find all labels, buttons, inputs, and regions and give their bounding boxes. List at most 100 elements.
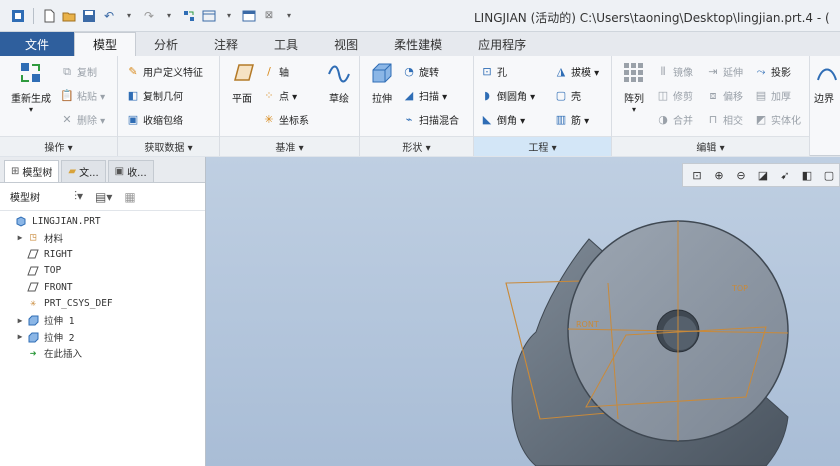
tree-item-insert-here[interactable]: ➜ 在此插入 (0, 345, 205, 362)
mirror-button[interactable]: ⫴ 镜像 (656, 64, 693, 80)
tab-annotate[interactable]: 注释 (196, 32, 256, 56)
undo-icon[interactable]: ↶ (101, 8, 117, 24)
sketch-button[interactable]: 草绘 (322, 60, 356, 105)
extend-button[interactable]: ⇥ 延伸 (706, 64, 743, 79)
revolve-button[interactable]: ◔ 旋转 (402, 64, 439, 79)
shell-button[interactable]: ▢ 壳 (554, 88, 581, 103)
tree-item-material[interactable]: ▶ ◳ 材料 (0, 230, 205, 247)
delete-button[interactable]: ✕ 删除 ▾ (60, 112, 105, 127)
thicken-button[interactable]: ▤ 加厚 (754, 88, 791, 103)
extrude-button[interactable]: 拉伸 (364, 60, 400, 105)
group-shape-label[interactable]: 形状 ▾ (360, 136, 473, 156)
group-engineering-label[interactable]: 工程 ▾ (474, 136, 611, 156)
offset-icon: ⧈ (709, 88, 717, 102)
boundary-blend-icon (814, 60, 840, 86)
boundary-blend-button[interactable]: 边界 (814, 60, 840, 105)
insert-here-icon: ➜ (29, 346, 37, 360)
tab-analysis[interactable]: 分析 (136, 32, 196, 56)
customize-toolbar-icon[interactable]: ▾ (281, 8, 297, 24)
extrude-icon (26, 314, 40, 326)
tab-model[interactable]: 模型 (74, 32, 137, 56)
intersect-button[interactable]: ⊓ 相交 (706, 112, 743, 127)
dropdown-arrow-icon[interactable]: ▾ (161, 8, 177, 24)
csys-button[interactable]: ✳ 坐标系 (262, 112, 309, 127)
app-icon[interactable] (10, 8, 26, 24)
group-operations: 重新生成 ▾ ⧉ 复制 📋 粘贴 ▾ ✕ 删除 ▾ 操作 ▾ (0, 56, 118, 156)
pattern-button[interactable]: 阵列 ▾ (616, 60, 652, 114)
save-icon[interactable] (81, 8, 97, 24)
group-operations-label[interactable]: 操作 ▾ (0, 136, 117, 156)
copy-geometry-icon: ◧ (127, 89, 139, 102)
trim-button[interactable]: ◫ 修剪 (656, 88, 693, 103)
tab-favorites[interactable]: ▣ 收... (107, 160, 154, 182)
show-icon[interactable]: ▦ (124, 190, 135, 204)
model-tree-icon: ⊞ (11, 166, 20, 177)
datum-plane-button[interactable]: 平面 (224, 60, 260, 105)
tree-item-part[interactable]: LINGJIAN.PRT (0, 213, 205, 230)
dropdown-arrow-icon[interactable]: ▾ (121, 8, 137, 24)
tree-item-extrude-2[interactable]: ▶ 拉伸 2 (0, 329, 205, 346)
dropdown-arrow-icon[interactable]: ▾ (221, 8, 237, 24)
copy-button[interactable]: ⧉ 复制 (60, 64, 97, 80)
tab-model-tree[interactable]: ⊞ 模型树 (4, 160, 60, 182)
group-editing-label[interactable]: 编辑 ▾ (612, 136, 809, 156)
tab-tools[interactable]: 工具 (256, 32, 316, 56)
tree-item-top[interactable]: TOP (0, 263, 205, 280)
folder-icon: ▰ (68, 166, 77, 177)
tree-item-extrude-1[interactable]: ▶ 拉伸 1 (0, 312, 205, 329)
group-get-data-label[interactable]: 获取数据 ▾ (118, 136, 219, 156)
tree-filters-icon[interactable]: ⫶▾ (74, 189, 83, 204)
udf-button[interactable]: ✎ 用户定义特征 (126, 64, 203, 79)
expand-icon[interactable]: ▶ (14, 233, 26, 242)
tab-file[interactable]: 文件 (0, 32, 74, 56)
swept-blend-button[interactable]: ⌁ 扫描混合 (402, 112, 459, 127)
datum-label-top[interactable]: TOP (731, 284, 748, 293)
rib-button[interactable]: ▥ 筋 ▾ (554, 112, 589, 127)
expand-icon[interactable]: ▶ (14, 316, 26, 325)
settings-icon[interactable]: ▤▾ (95, 190, 112, 204)
round-button[interactable]: ◗ 倒圆角 ▾ (480, 88, 535, 103)
trim-icon: ◫ (657, 89, 669, 102)
new-file-icon[interactable] (41, 8, 57, 24)
tab-view[interactable]: 视图 (316, 32, 376, 56)
open-folder-icon[interactable] (61, 8, 77, 24)
draft-button[interactable]: ◮ 拔模 ▾ (554, 64, 599, 79)
paste-button[interactable]: 📋 粘贴 ▾ (60, 88, 105, 103)
expand-icon[interactable]: ▶ (14, 332, 26, 341)
round-icon: ◗ (484, 89, 490, 102)
shell-icon: ▢ (555, 89, 567, 102)
tab-flexible-modeling[interactable]: 柔性建模 (376, 32, 460, 56)
merge-button[interactable]: ◑ 合并 (656, 112, 693, 127)
window-icon[interactable] (241, 8, 257, 24)
tab-folder-browser[interactable]: ▰ 文... (61, 160, 106, 182)
sweep-button[interactable]: ◢ 扫描 ▾ (402, 88, 447, 103)
regenerate-icon[interactable] (181, 8, 197, 24)
tree-item-right[interactable]: RIGHT (0, 246, 205, 263)
offset-button[interactable]: ⧈ 偏移 (706, 88, 744, 104)
regenerate-button[interactable]: 重新生成 ▾ (6, 60, 56, 114)
chamfer-button[interactable]: ◣ 倒角 ▾ (480, 112, 525, 127)
model-tree-toolbar: 模型树 ⫶▾ ▤▾ ▦ (0, 183, 205, 211)
datum-axis-button[interactable]: / 轴 (262, 64, 289, 79)
copy-geometry-button[interactable]: ◧ 复制几何 (126, 88, 183, 103)
tree-item-csys[interactable]: ✳ PRT_CSYS_DEF (0, 296, 205, 313)
merge-icon: ◑ (658, 113, 668, 126)
close-window-icon[interactable]: ⊠ (261, 8, 277, 24)
part-icon (14, 215, 28, 227)
draft-icon: ◮ (556, 65, 566, 78)
datum-plane-icon (26, 281, 40, 293)
graphics-viewport[interactable]: ⊡ ⊕ ⊖ ◪ ➹ ◧ ▢ TOP RONT (206, 157, 840, 466)
solidify-button[interactable]: ◩ 实体化 (754, 112, 801, 127)
shrinkwrap-button[interactable]: ▣ 收缩包络 (126, 112, 183, 127)
tab-applications[interactable]: 应用程序 (460, 32, 544, 56)
datum-label-front[interactable]: RONT (576, 320, 599, 329)
redo-icon[interactable]: ↷ (141, 8, 157, 24)
paste-icon: 📋 (60, 89, 74, 102)
group-datum-label[interactable]: 基准 ▾ (220, 136, 359, 156)
separator (33, 7, 34, 24)
hole-button[interactable]: ⊡ 孔 (480, 64, 507, 79)
project-button[interactable]: ⤳ 投影 (754, 64, 791, 80)
datum-point-button[interactable]: ⁘ 点 ▾ (262, 88, 297, 103)
windows-icon[interactable] (201, 8, 217, 24)
tree-item-front[interactable]: FRONT (0, 279, 205, 296)
